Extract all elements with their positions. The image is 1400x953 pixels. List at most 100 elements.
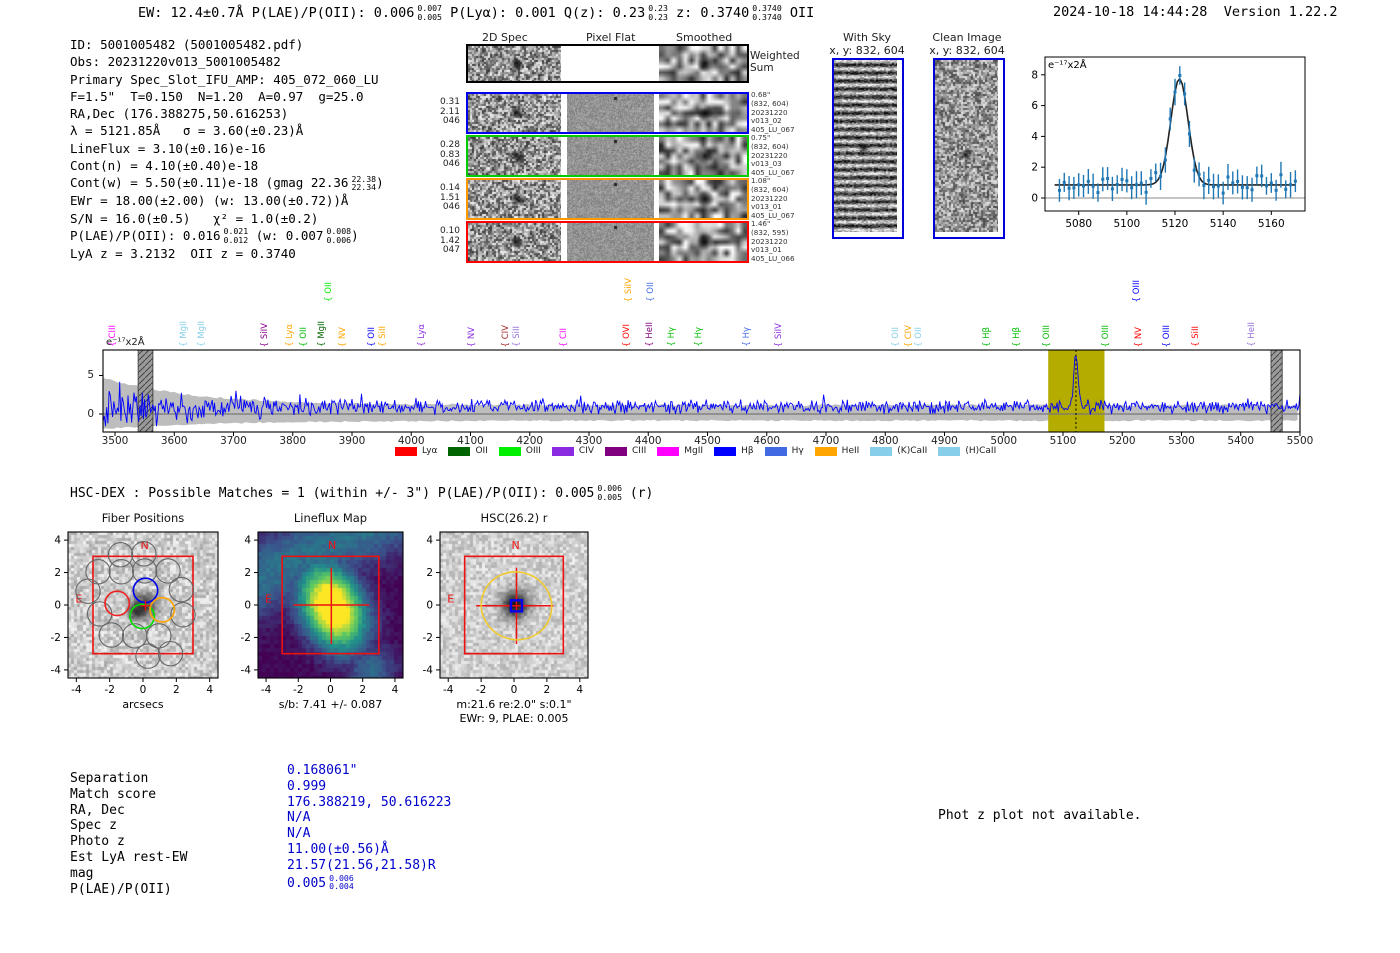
fiber-positions-panel: Fiber Positions-4 -2 0 2 4-4-2024arcsecsNE: [51, 511, 219, 711]
svg-text:5140: 5140: [1210, 218, 1237, 230]
svg-text:5080: 5080: [1065, 218, 1092, 230]
svg-text:0: 0: [511, 684, 518, 696]
legend-item: CIII: [605, 446, 646, 456]
svg-text:EWr: 9, PLAE: 0.005: EWr: 9, PLAE: 0.005: [459, 712, 568, 725]
match-value: 0.005 0.006 0.004: [287, 872, 354, 892]
col-header-smoothed: Smoothed: [676, 31, 733, 44]
info-line: Cont(n) = 4.10(±0.40)e-18: [70, 158, 259, 174]
match-label: RA, Dec: [70, 802, 125, 818]
svg-text:4: 4: [54, 535, 61, 547]
xtick-label: 3500: [101, 435, 129, 447]
legend-swatch: [714, 446, 737, 456]
clean-image-cutout: [933, 58, 1005, 239]
svg-text:-2: -2: [293, 684, 303, 696]
info-line: Obs: 20231220v013_5001005482: [70, 54, 281, 70]
svg-text:HSC(26.2) r: HSC(26.2) r: [481, 511, 548, 525]
svg-text:0: 0: [54, 600, 61, 612]
match-label: Spec z: [70, 818, 117, 834]
stacked-uncertainty: 0.3740 0.3740: [752, 3, 782, 22]
stacked-uncertainty: 0.006 0.004: [329, 872, 354, 892]
xtick-label: 5400: [1227, 435, 1255, 447]
info-line: F=1.5" T=0.150 N=1.20 A=0.97 g=25.0: [70, 88, 364, 104]
legend-item: (H)CaII: [938, 446, 996, 456]
emission-line-label: { OIII: [1131, 279, 1142, 302]
svg-text:N: N: [512, 539, 520, 552]
info-line: Primary Spec_Slot_IFU_AMP: 405_072_060_L…: [70, 71, 379, 87]
match-label: Est LyA rest-EW: [70, 849, 188, 865]
legend-item: CIV: [551, 446, 594, 456]
svg-text:2: 2: [426, 567, 433, 579]
match-value: 11.00(±0.56)Å: [287, 841, 389, 857]
spec2d-row-right-labels: 1.08" (832, 604) 20231220 v013_01 405_LU_067: [751, 176, 795, 221]
svg-text:-2: -2: [51, 632, 61, 644]
col-header-2dspec: 2D Spec: [482, 31, 528, 44]
match-label: mag: [70, 865, 94, 881]
info-line: RA,Dec (176.388275,50.616253): [70, 106, 289, 122]
legend-item: Hγ: [764, 446, 804, 456]
stacked-uncertainty: 0.006 0.005: [597, 483, 623, 502]
hsc-dex-summary: HSC-DEX : Possible Matches = 1 (within +…: [70, 483, 654, 502]
xtick-label: 3700: [220, 435, 247, 447]
match-label: P(LAE)/P(OII): [70, 881, 172, 897]
legend-item: OIII: [498, 446, 541, 456]
match-value: 0.999: [287, 778, 327, 794]
info-line: EWr = 18.00(±2.00) (w: 13.00(±0.72))Å: [70, 193, 349, 209]
svg-text:0: 0: [426, 600, 433, 612]
svg-text:-2: -2: [104, 684, 114, 696]
xtick-label: 5200: [1108, 435, 1136, 447]
match-value: 21.57(21.56,21.58)R: [287, 857, 436, 873]
summary-header: EW: 12.4±0.7Å P(LAE)/P(OII): 0.006 0.007 0…: [138, 3, 815, 22]
stacked-uncertainty: 22.38 22.34: [351, 173, 377, 193]
svg-text:-2: -2: [423, 632, 433, 644]
match-value: N/A: [287, 810, 311, 826]
legend-item: Hβ: [714, 446, 754, 456]
match-label: Photo z: [70, 834, 125, 850]
xtick-label: 5100: [1049, 435, 1077, 447]
svg-text:2: 2: [359, 684, 366, 696]
svg-text:0: 0: [244, 600, 251, 612]
svg-text:-4: -4: [71, 684, 82, 696]
svg-text:4: 4: [392, 684, 399, 696]
legend-swatch: [498, 446, 521, 456]
svg-text:s/b: 7.41 +/- 0.087: s/b: 7.41 +/- 0.087: [279, 698, 383, 711]
svg-text:-4: -4: [241, 664, 252, 676]
svg-text:2: 2: [54, 567, 61, 579]
svg-text:-2: -2: [476, 684, 486, 696]
svg-text:E: E: [447, 593, 454, 606]
weighted-sum-label: Weighted Sum: [750, 50, 800, 74]
legend-item: Lyα: [395, 446, 437, 456]
svg-text:E: E: [265, 593, 272, 606]
legend-item: OII: [448, 446, 488, 456]
svg-text:0: 0: [1031, 193, 1038, 205]
svg-text:5160: 5160: [1258, 218, 1285, 230]
emission-line-labels: { CIII{ MgII{ MgII{ SiIV{ Lyα{ OII{ MgII…: [85, 248, 1315, 347]
svg-text:2: 2: [544, 684, 551, 696]
spec2d-row: [466, 92, 749, 134]
spec2d-row-right-labels: 0.75" (832, 604) 20231220 v013_03 405_LU_067: [751, 133, 795, 178]
info-line: ID: 5001005482 (5001005482.pdf): [70, 37, 304, 52]
match-value: 0.168061": [287, 763, 358, 778]
with-sky-cutout: [832, 58, 904, 239]
emission-line-label: { OII: [645, 282, 656, 302]
info-line: Cont(w) = 5.50(±0.11)e-18 (gmag 22.36 22.…: [70, 173, 384, 193]
legend-swatch: [448, 446, 471, 456]
svg-text:arcsecs: arcsecs: [122, 698, 164, 711]
spectrum-ytick-5: 5: [87, 369, 94, 381]
clean-image-title: Clean Image x, y: 832, 604: [929, 31, 1005, 57]
info-line: P(LAE)/P(OII): 0.016 0.021 0.012 (w: 0.007…: [70, 225, 359, 245]
svg-text:N: N: [141, 539, 149, 552]
spec2d-row: [466, 44, 749, 83]
legend-swatch: [938, 446, 961, 456]
legend-item: (K)CaII: [870, 446, 927, 456]
legend-item: MgII: [657, 446, 703, 456]
emission-line-label: { OII: [324, 282, 335, 302]
stacked-uncertainty: 0.008 0.006: [326, 225, 352, 245]
spec2d-row-left-labels: 0.28 0.83 046: [439, 140, 460, 169]
match-label: Separation: [70, 771, 149, 786]
svg-text:6: 6: [1031, 100, 1038, 112]
svg-text:4: 4: [206, 684, 213, 696]
svg-text:0: 0: [140, 684, 147, 696]
hsc-cutout-panel: HSC(26.2) r -4 -2 0 2 4 -4 -2 0 2 4 m:21.6 re:2.0" …: [423, 511, 589, 725]
match-table-values: 0.168061" 0.999 176.388219, 50.616223 N/A N/…: [287, 763, 451, 891]
full-spectrum-plot: [99, 349, 1301, 436]
